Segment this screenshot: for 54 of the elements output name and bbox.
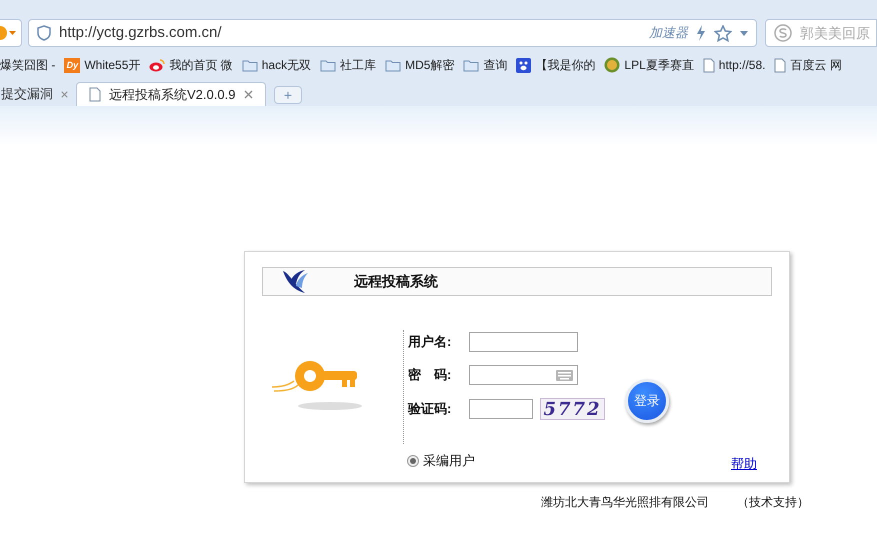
- page-icon: [89, 87, 101, 102]
- search-engine-icon: [774, 24, 792, 42]
- field-label: 用户名:: [408, 333, 452, 352]
- logo-icon: [281, 268, 309, 296]
- caret-icon: [9, 31, 16, 35]
- search-placeholder: 郭美美回原: [800, 24, 870, 42]
- bookmark-item[interactable]: 我的首页 微: [149, 56, 233, 74]
- username-field[interactable]: [469, 332, 578, 352]
- page-icon: [702, 58, 715, 72]
- browser-tab[interactable]: 提交漏洞: [0, 82, 76, 106]
- bookmark-item[interactable]: MD5解密: [385, 56, 454, 74]
- bookmark-item[interactable]: hack无双: [242, 56, 312, 74]
- browser-tab[interactable]: 远程投稿系统V2.0.0.9: [76, 82, 266, 106]
- keyboard-icon[interactable]: [556, 370, 573, 380]
- bookmark-item[interactable]: http://58.: [702, 56, 766, 74]
- weibo-icon: [149, 58, 166, 72]
- company-name: 潍坊北大青鸟华光照排有限公司: [541, 494, 709, 511]
- help-link[interactable]: 帮助: [731, 454, 757, 474]
- dy-logo-icon: Dy: [64, 58, 80, 72]
- bookmark-item[interactable]: 【我是你的: [516, 56, 596, 74]
- paw-icon: [516, 58, 532, 72]
- folder-icon: [463, 58, 480, 72]
- bookmark-item[interactable]: 社工库: [320, 56, 376, 74]
- shield-icon: [37, 25, 51, 41]
- bookmark-item[interactable]: 爆笑囧图 -: [0, 56, 56, 74]
- captcha-field[interactable]: [469, 399, 533, 419]
- role-radio[interactable]: 采编用户: [407, 451, 475, 470]
- login-button[interactable]: 登录: [625, 379, 669, 423]
- page-icon: [774, 58, 786, 72]
- folder-icon: [242, 58, 258, 72]
- bookmark-item[interactable]: 百度云 网: [774, 56, 842, 74]
- bookmark-item[interactable]: LPL夏季赛直: [604, 56, 694, 74]
- radio-icon[interactable]: [407, 454, 419, 467]
- close-icon[interactable]: [61, 90, 68, 98]
- browser-logo-icon: [0, 26, 7, 40]
- address-bar[interactable]: http://yctg.gzrbs.com.cn/ 加速器: [28, 19, 757, 47]
- password-field[interactable]: [469, 365, 578, 385]
- star-icon[interactable]: [714, 24, 732, 42]
- system-title: 远程投稿系统: [354, 272, 438, 291]
- captcha-image[interactable]: 5772: [540, 398, 605, 420]
- browser-menu-button[interactable]: [0, 19, 22, 47]
- field-label: 密 码:: [408, 366, 452, 384]
- lightning-icon[interactable]: [696, 25, 706, 41]
- bookmark-item[interactable]: 查询: [463, 56, 508, 74]
- bookmark-item[interactable]: Dy White55开: [64, 56, 140, 74]
- accelerator-link[interactable]: 加速器: [649, 23, 688, 43]
- folder-icon: [385, 58, 402, 72]
- field-label: 验证码:: [408, 400, 452, 418]
- caret-icon[interactable]: [740, 30, 748, 36]
- game-avatar-icon: [604, 57, 620, 73]
- support-note: （技术支持）: [737, 494, 809, 511]
- url-text[interactable]: http://yctg.gzrbs.com.cn/: [59, 22, 641, 44]
- close-icon[interactable]: [244, 90, 253, 99]
- folder-icon: [320, 58, 336, 72]
